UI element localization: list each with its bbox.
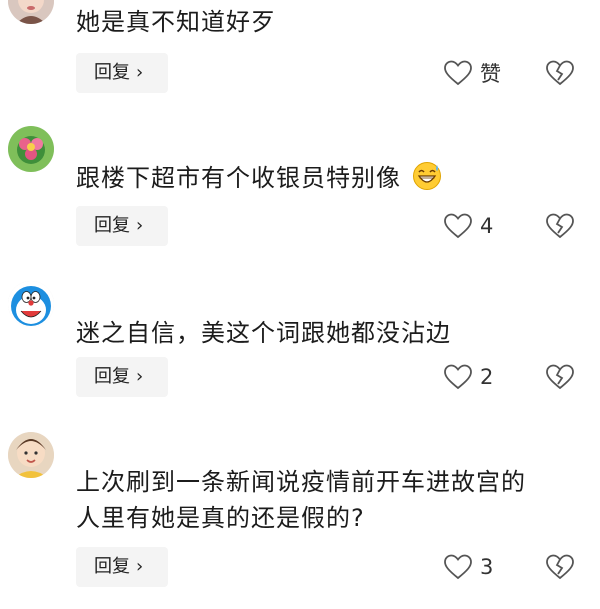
like-button[interactable]: 3 [444, 547, 493, 587]
heart-outline-icon [444, 213, 472, 239]
reply-label: 回复 [94, 366, 130, 387]
broken-heart-icon [546, 60, 574, 86]
girl-portrait-avatar-icon [8, 0, 54, 24]
reply-button[interactable]: 回复 › [76, 206, 168, 246]
reply-label: 回复 [94, 62, 130, 83]
like-count: 2 [480, 365, 494, 389]
reply-label: 回复 [94, 215, 130, 236]
comment-item: 迷之自信，美这个词跟她都没沾边 回复 › 2 [0, 275, 600, 410]
dislike-button[interactable] [546, 547, 574, 587]
comment-text: 跟楼下超市有个收银员特别像 [76, 160, 576, 196]
doraemon-avatar-icon [8, 281, 54, 327]
reply-button[interactable]: 回复 › [76, 547, 168, 587]
comment-text: 迷之自信，美这个词跟她都没沾边 [76, 319, 451, 347]
like-button[interactable]: 2 [444, 357, 493, 397]
chevron-right-icon: › [136, 62, 144, 83]
broken-heart-icon [546, 364, 574, 390]
comment-item: 她是真不知道好歹 回复 › 赞 [0, 0, 600, 100]
avatar[interactable] [8, 126, 54, 172]
avatar[interactable] [8, 432, 54, 478]
chevron-right-icon: › [136, 366, 144, 387]
comment-text: 她是真不知道好歹 [76, 8, 276, 36]
like-button[interactable]: 4 [444, 206, 493, 246]
baby-avatar-icon [8, 432, 54, 478]
green-flower-avatar-icon [8, 126, 54, 172]
comment-text: 上次刷到一条新闻说疫情前开车进故宫的 人里有她是真的还是假的? [76, 464, 576, 536]
reply-label: 回复 [94, 556, 130, 577]
comment-text-line: 上次刷到一条新闻说疫情前开车进故宫的 [76, 468, 526, 496]
dislike-button[interactable] [546, 206, 574, 246]
like-button[interactable]: 赞 [444, 53, 501, 93]
reply-button[interactable]: 回复 › [76, 357, 168, 397]
heart-outline-icon [444, 60, 472, 86]
heart-outline-icon [444, 554, 472, 580]
comment-text-body: 跟楼下超市有个收银员特别像 [76, 164, 401, 192]
like-label: 赞 [480, 62, 501, 86]
like-count: 3 [480, 555, 494, 579]
broken-heart-icon [546, 554, 574, 580]
comment-text-line: 人里有她是真的还是假的? [76, 504, 365, 532]
heart-outline-icon [444, 364, 472, 390]
grinning-sweat-emoji-icon [412, 162, 441, 190]
avatar[interactable] [8, 0, 54, 24]
reply-button[interactable]: 回复 › [76, 53, 168, 93]
dislike-button[interactable] [546, 53, 574, 93]
broken-heart-icon [546, 213, 574, 239]
comment-item: 上次刷到一条新闻说疫情前开车进故宫的 人里有她是真的还是假的? 回复 › 3 [0, 430, 600, 609]
comment-item: 跟楼下超市有个收银员特别像 回复 › 4 [0, 120, 600, 255]
like-count: 4 [480, 214, 494, 238]
chevron-right-icon: › [136, 215, 144, 236]
avatar[interactable] [8, 281, 54, 327]
dislike-button[interactable] [546, 357, 574, 397]
chevron-right-icon: › [136, 556, 144, 577]
